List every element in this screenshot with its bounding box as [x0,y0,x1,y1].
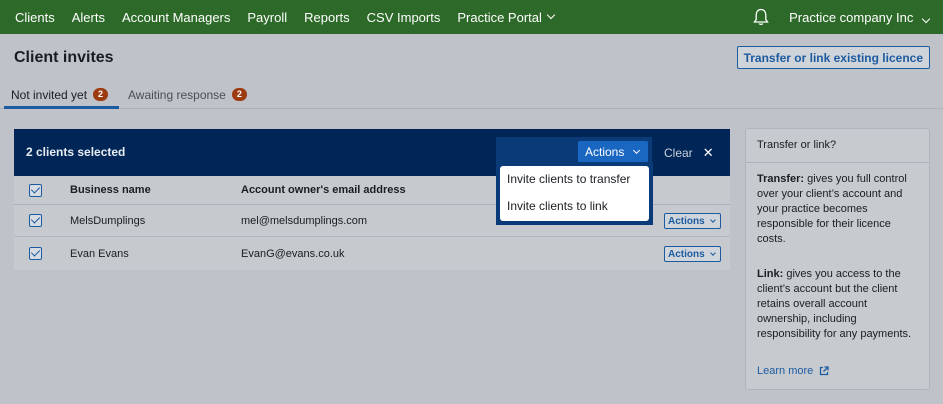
clear-selection-button[interactable]: Clear ✕ [664,129,714,176]
active-tab-indicator [4,106,119,109]
nav-csv-imports[interactable]: CSV Imports [367,10,441,25]
select-all-checkbox[interactable] [29,184,42,197]
bell-icon[interactable] [753,8,769,26]
nav-clients[interactable]: Clients [15,10,55,25]
company-switcher[interactable]: Practice company Inc [789,9,931,25]
row-checkbox[interactable] [29,247,42,260]
nav-alerts[interactable]: Alerts [72,10,105,25]
nav-account-managers[interactable]: Account Managers [122,10,230,25]
owner-email: EvanG@evans.co.uk [241,248,345,260]
learn-more-link[interactable]: Learn more [757,365,829,377]
tab-label: Awaiting response [128,87,226,102]
top-navigation: Clients Alerts Account Managers Payroll … [0,0,943,34]
header-business-name[interactable]: Business name [70,176,151,205]
tabs: Not invited yet 2 Awaiting response 2 [0,80,943,109]
page-title: Client invites [14,49,114,66]
external-link-icon [820,366,829,376]
link-description: Link: gives you access to the client’s a… [757,267,922,342]
clear-label: Clear [664,145,693,160]
count-badge: 2 [231,88,247,101]
link-term: Link: [757,268,784,280]
row-actions-label: Actions [668,215,705,227]
panel-title: Transfer or link? [757,139,837,151]
bulk-actions-button[interactable]: Actions [578,141,648,163]
business-name: Evan Evans [70,248,129,260]
dropdown-menu: Invite clients to transfer Invite client… [500,166,649,221]
transfer-or-link-button[interactable]: Transfer or link existing licence [736,46,930,69]
close-icon: ✕ [702,144,714,160]
menu-item-invite-link[interactable]: Invite clients to link [500,193,649,220]
chevron-down-icon [546,10,556,20]
actions-dropdown: Invite clients to transfer Invite client… [496,162,653,225]
nav-right: Practice company Inc [753,0,931,34]
tab-label: Not invited yet [11,87,88,102]
panel-divider [746,162,929,163]
row-actions-label: Actions [668,248,705,260]
tab-not-invited-yet[interactable]: Not invited yet 2 [11,80,109,109]
transfer-or-link-panel: Transfer or link? Transfer: gives you fu… [745,128,930,390]
row-checkbox[interactable] [29,214,42,227]
selection-count: 2 clients selected [26,145,126,159]
chevron-down-icon [709,249,716,256]
nav-practice-portal[interactable]: Practice Portal [457,9,556,25]
row-actions-button[interactable]: Actions [664,246,721,262]
nav-practice-portal-label: Practice Portal [457,9,542,25]
owner-email: mel@melsdumplings.com [241,215,368,227]
nav-reports[interactable]: Reports [304,10,350,25]
company-name: Practice company Inc [789,9,914,25]
chevron-down-icon [921,14,931,23]
header-email[interactable]: Account owner's email address [241,176,406,205]
business-name: MelsDumplings [70,215,146,227]
transfer-description: Transfer: gives you full control over yo… [757,172,922,247]
table-row: Evan Evans EvanG@evans.co.uk Actions [14,238,730,270]
bulk-actions-label: Actions [585,145,625,159]
transfer-term: Transfer: [757,173,805,185]
count-badge: 2 [93,88,109,101]
menu-item-invite-transfer[interactable]: Invite clients to transfer [500,166,649,193]
chevron-down-icon [633,146,641,155]
row-actions-button[interactable]: Actions [664,213,721,229]
learn-more-label: Learn more [757,365,814,377]
tab-awaiting-response[interactable]: Awaiting response 2 [128,80,247,109]
nav-payroll[interactable]: Payroll [247,10,287,25]
chevron-down-icon [709,216,716,223]
